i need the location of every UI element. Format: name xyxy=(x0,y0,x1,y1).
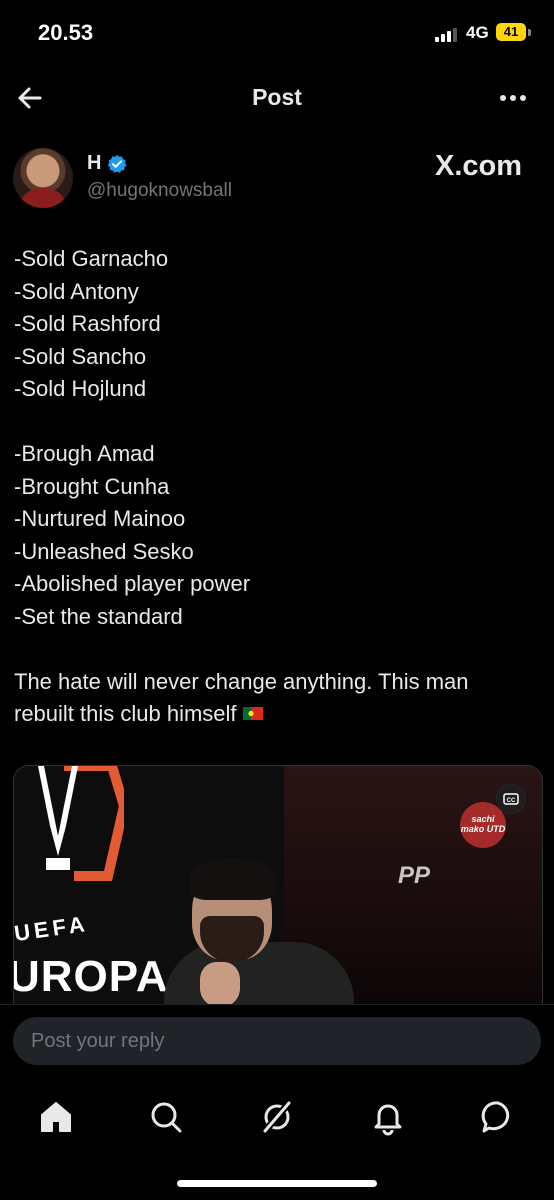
cellular-signal-icon xyxy=(435,26,461,42)
home-icon[interactable] xyxy=(36,1097,76,1137)
post-text: -Sold Garnacho -Sold Antony -Sold Rashfo… xyxy=(14,243,534,731)
author-handle[interactable]: @hugoknowsball xyxy=(87,180,232,202)
battery-icon: 41 xyxy=(496,23,526,41)
post-line: -Set the standard xyxy=(14,603,183,629)
backdrop-text: PP xyxy=(398,862,431,889)
battery-tip xyxy=(528,29,531,36)
post-line: -Abolished player power xyxy=(14,571,251,596)
person-hair xyxy=(190,858,276,900)
post-line: -Sold Sancho xyxy=(14,343,147,369)
notifications-bell-icon[interactable] xyxy=(368,1097,408,1137)
status-time: 20.53 xyxy=(38,20,94,45)
closed-captions-icon[interactable]: CC xyxy=(496,784,526,814)
bottom-navigation xyxy=(0,1097,554,1137)
post-line: -Sold Antony xyxy=(14,278,139,304)
post-line: -Sold Garnacho xyxy=(14,246,169,271)
trophy-icon xyxy=(38,766,78,870)
reply-bar xyxy=(0,1004,554,1200)
post-line: -Brough Amad xyxy=(14,441,155,466)
verified-badge-icon xyxy=(107,155,127,173)
post-author: H @hugoknowsball X.com xyxy=(13,148,543,212)
portugal-flag-icon xyxy=(242,706,263,720)
post-line: -Sold Hojlund xyxy=(14,376,147,401)
page-title: Post xyxy=(252,84,302,110)
home-indicator[interactable] xyxy=(177,1180,377,1187)
author-name[interactable]: H xyxy=(87,152,101,175)
post-line: -Nurtured Mainoo xyxy=(14,506,186,531)
search-icon[interactable] xyxy=(146,1097,186,1137)
post-line: -Brought Cunha xyxy=(14,473,170,499)
reply-input[interactable] xyxy=(13,1017,541,1065)
x-com-logo: X.com xyxy=(435,150,523,182)
post-line-text: rebuilt this club himself xyxy=(14,701,237,726)
more-horizontal-icon[interactable] xyxy=(496,82,530,114)
video-player[interactable]: UEFA UROPA PP sachi mako UTD CC xyxy=(13,765,543,1006)
svg-text:CC: CC xyxy=(507,798,516,804)
grok-icon[interactable] xyxy=(257,1097,297,1137)
avatar[interactable] xyxy=(13,148,73,208)
person-hand xyxy=(200,962,240,1006)
europa-text: UROPA xyxy=(13,952,169,1001)
post-header: Post xyxy=(0,70,554,126)
post-line: The hate will never change anything. Thi… xyxy=(14,668,469,694)
post-line: -Unleashed Sesko xyxy=(14,538,194,564)
post-line: -Sold Rashford xyxy=(14,311,161,336)
uefa-text: UEFA xyxy=(13,910,90,947)
battery-level: 41 xyxy=(503,24,519,39)
status-bar: 20.53 4G 41 xyxy=(0,0,554,66)
messages-icon[interactable] xyxy=(478,1097,518,1137)
post-line-with-flag: rebuilt this club himself xyxy=(14,698,534,731)
network-type: 4G xyxy=(466,23,489,42)
